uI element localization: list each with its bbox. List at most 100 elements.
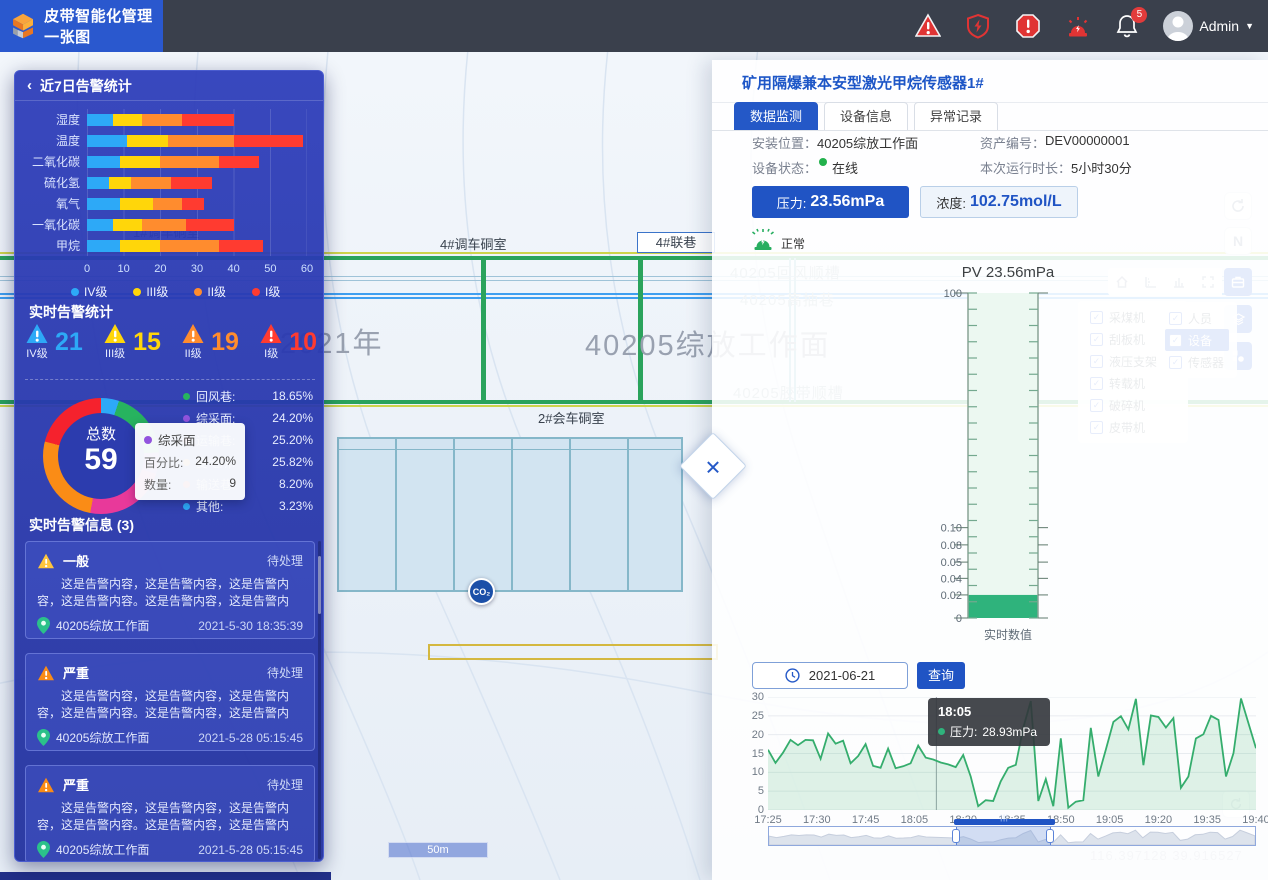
back-chevron-icon[interactable]: ‹ <box>27 77 32 94</box>
green-siren-icon <box>750 226 776 252</box>
avatar <box>1163 11 1193 41</box>
bar-category-label: 二氧化碳 <box>25 153 87 170</box>
alarm-level-label: I级 <box>264 345 278 361</box>
bar-segment <box>87 240 120 252</box>
bar-track[interactable] <box>87 240 307 252</box>
bar-track[interactable] <box>87 198 307 210</box>
bar-category-label: 湿度 <box>25 111 87 128</box>
notifications[interactable]: 5 <box>1115 13 1139 39</box>
alarm-level-label: II级 <box>185 345 202 361</box>
legend-item[interactable]: IV级 <box>71 283 107 300</box>
alarm-level-icon <box>25 323 49 344</box>
concentration-chip[interactable]: 浓度:102.75mol/L <box>920 186 1078 218</box>
bar-track[interactable] <box>87 156 307 168</box>
slider-selection[interactable] <box>956 827 1051 845</box>
query-button[interactable]: 查询 <box>917 662 965 689</box>
alarm-card[interactable]: 一般待处理这是告警内容，这是告警内容，这是告警内容，这是告警内容。这是告警内容，… <box>25 541 315 639</box>
legend-item[interactable]: I级 <box>252 283 280 300</box>
bar-category-label: 温度 <box>25 132 87 149</box>
svg-text:0.10: 0.10 <box>941 523 962 535</box>
bar-track[interactable] <box>87 177 307 189</box>
user-icon <box>1163 11 1193 41</box>
alarm-level-stat: IV级21 <box>25 323 83 361</box>
alarm-card[interactable]: 严重待处理这是告警内容，这是告警内容，这是告警内容，这是告警内容。这是告警内容，… <box>25 765 315 862</box>
alarm-card[interactable]: 严重待处理这是告警内容，这是告警内容，这是告警内容，这是告警内容。这是告警内容，… <box>25 653 315 751</box>
install-location: 安装位置：40205综放工作面 <box>752 133 918 152</box>
tab-data-monitor[interactable]: 数据监测 <box>734 102 818 131</box>
tunnel-rect-yellow <box>428 644 718 660</box>
bar-segment <box>160 240 219 252</box>
bar-chart-legend[interactable]: IV级 III级 II级 I级 <box>71 283 321 300</box>
alarm-level-label: IV级 <box>26 345 47 361</box>
axis-tick: 60 <box>301 263 313 275</box>
alarm-content: 这是告警内容，这是告警内容，这是告警内容，这是告警内容。这是告警内容，这是告警内… <box>37 576 303 610</box>
slider-drag-bar[interactable] <box>954 819 1055 825</box>
date-value: 2021-06-21 <box>809 668 876 683</box>
x-axis-tick: 19:20 <box>1145 814 1173 826</box>
alarm-severity-icon <box>37 665 55 681</box>
bar-track[interactable] <box>87 135 307 147</box>
bar-segment <box>142 219 186 231</box>
legend-label: III级 <box>146 283 168 300</box>
bar-track[interactable] <box>87 114 307 126</box>
pressure-chip[interactable]: 压力:23.56mPa <box>752 186 909 218</box>
co2-sensor-marker[interactable]: CO₂ <box>468 578 495 605</box>
alarm-level-label: III级 <box>105 345 125 361</box>
alarm-statistics-panel: ‹ 近7日告警统计 湿度温度二氧化碳硫化氢氧气一氧化碳甲烷 0102030405… <box>14 70 324 862</box>
date-picker[interactable]: 2021-06-21 <box>752 662 908 689</box>
legend-item[interactable]: III级 <box>133 283 168 300</box>
sensor-title: 矿用隔爆兼本安型激光甲烷传感器1# <box>712 60 1268 103</box>
donut-legend-label: 回风巷: <box>196 388 235 405</box>
tunnel-vert-green-1 <box>481 258 486 402</box>
alarm-level-count: 10 <box>289 328 317 357</box>
gauge-x-label: 实时数值 <box>938 626 1078 643</box>
siren-icon[interactable] <box>1065 13 1091 39</box>
tooltip-dot <box>938 728 945 735</box>
alarm-severity-icon <box>37 777 55 793</box>
bar-segment <box>131 177 171 189</box>
bar-row: 温度 <box>25 130 315 151</box>
left-panel-header: ‹ 近7日告警统计 <box>15 71 323 101</box>
user-menu[interactable]: Admin ▼ <box>1163 11 1254 41</box>
x-axis-tick: 19:35 <box>1193 814 1221 826</box>
svg-text:0.08: 0.08 <box>941 540 962 552</box>
time-range-slider[interactable] <box>768 826 1256 846</box>
bar-segment <box>142 114 182 126</box>
bar-row: 二氧化碳 <box>25 151 315 172</box>
gauge-title: PV 23.56mPa <box>938 264 1078 281</box>
bar-chart-axis: 0102030405060 <box>87 263 307 277</box>
legend-item[interactable]: II级 <box>194 283 226 300</box>
map-label-room2: 2#会车硐室 <box>538 408 604 427</box>
axis-tick: 30 <box>191 263 203 275</box>
slider-handle-right[interactable] <box>1046 829 1054 843</box>
x-axis-tick: 17:45 <box>852 814 880 826</box>
bar-segment <box>87 219 113 231</box>
stop-alert-icon[interactable] <box>1015 13 1041 39</box>
bar-segment <box>120 156 160 168</box>
bar-segment <box>87 114 113 126</box>
alarm-time: 2021-5-30 18:35:39 <box>198 619 303 633</box>
bar-segment <box>171 177 211 189</box>
divider <box>25 379 315 380</box>
bar-track[interactable] <box>87 219 307 231</box>
shield-alert-icon[interactable] <box>965 13 991 39</box>
bar-segment <box>219 156 259 168</box>
location-pin-icon <box>37 729 50 746</box>
x-axis-tick: 17:30 <box>803 814 831 826</box>
alarm-triangle-icon[interactable] <box>915 13 941 39</box>
bar-category-label: 一氧化碳 <box>25 216 87 233</box>
tab-device-info[interactable]: 设备信息 <box>824 102 908 131</box>
alarm-list-scroll-thumb[interactable] <box>318 556 321 614</box>
bar-segment <box>113 114 142 126</box>
device-status: 设备状态：在线 <box>752 158 858 177</box>
donut-legend-item[interactable]: 回风巷:18.65% <box>183 385 313 407</box>
y-axis-tick: 5 <box>738 785 764 797</box>
chamber-block <box>337 437 683 592</box>
tab-exception-log[interactable]: 异常记录 <box>914 102 998 131</box>
bar-segment <box>113 219 142 231</box>
slider-handle-left[interactable] <box>952 829 960 843</box>
alarm-location: 40205综放工作面 <box>56 617 149 634</box>
donut-legend-label: 其他: <box>196 498 223 515</box>
donut-legend-value: 8.20% <box>279 477 313 491</box>
svg-text:100: 100 <box>944 288 962 300</box>
